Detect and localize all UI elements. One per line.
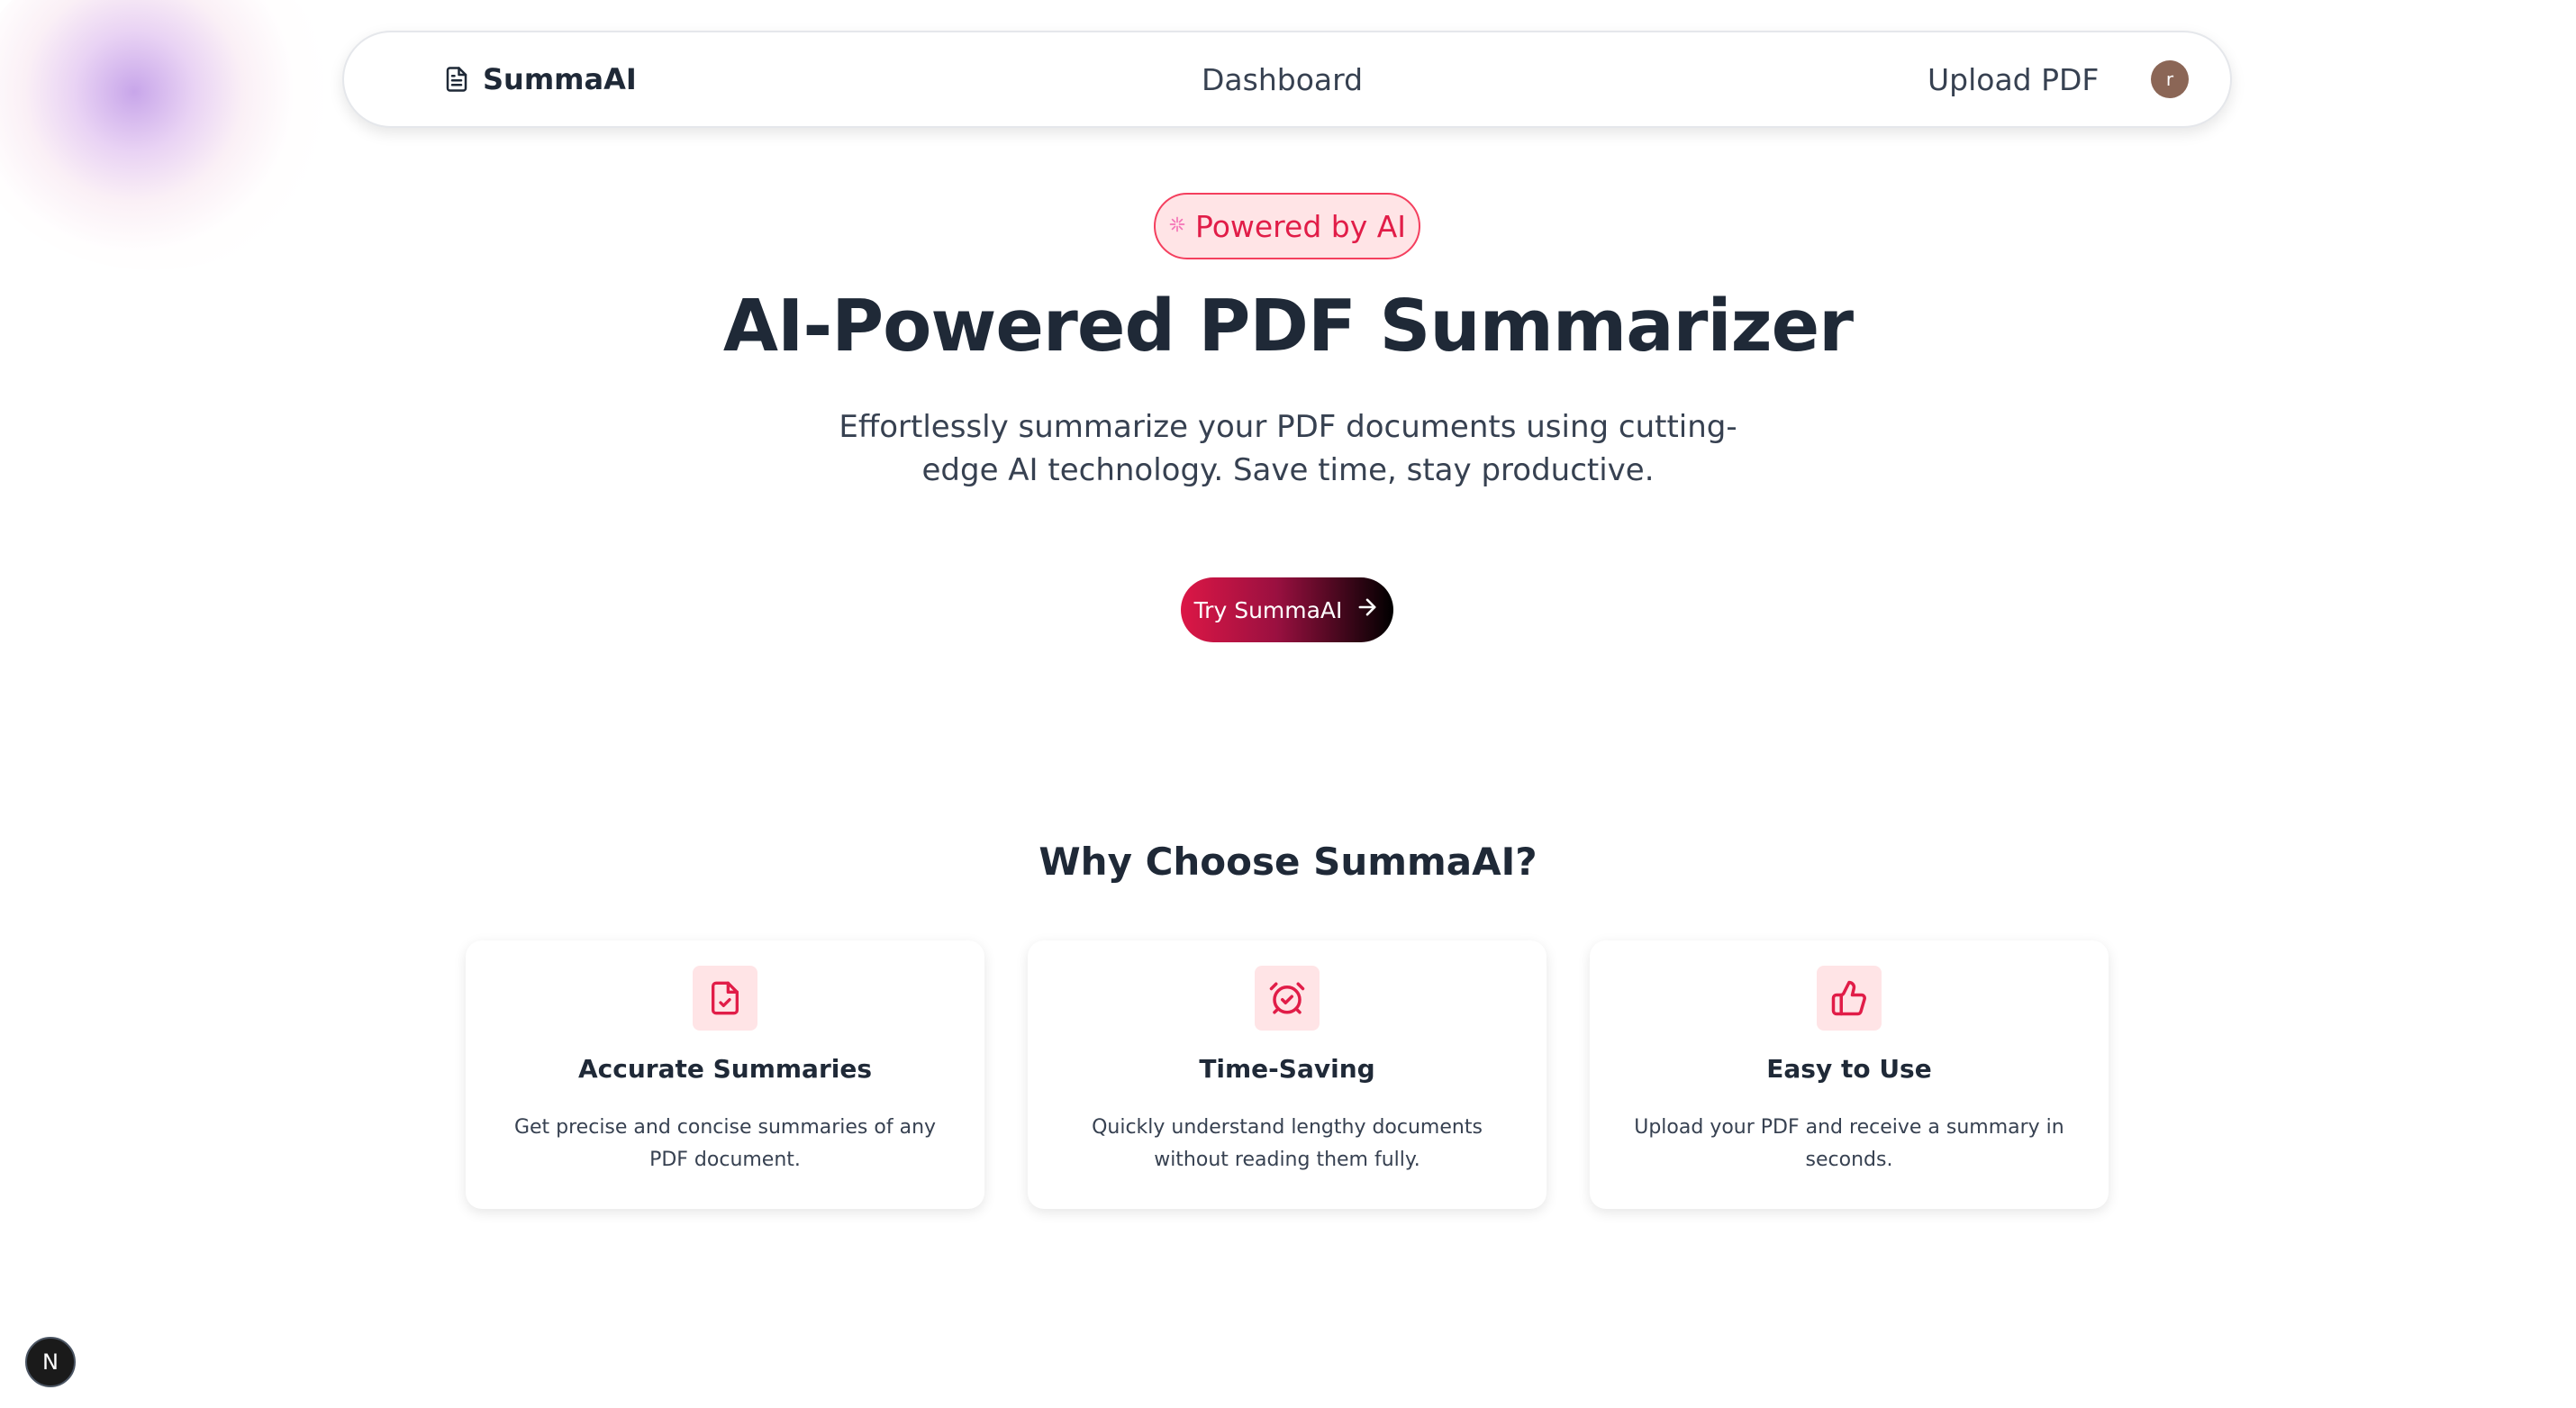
feature-description: Upload your PDF and receive a summary in… xyxy=(1634,1116,2064,1171)
brand-logo[interactable]: SummaAI xyxy=(443,32,637,126)
cta-label: Try SummaAI xyxy=(1193,596,1343,623)
decorative-glow xyxy=(0,0,342,270)
feature-card-easy-to-use: Easy to Use Upload your PDF and receive … xyxy=(1590,940,2109,1209)
nav-link-upload-pdf[interactable]: Upload PDF xyxy=(1927,32,2099,126)
alarm-clock-check-icon xyxy=(1255,966,1320,1031)
file-text-icon xyxy=(443,64,470,95)
feature-description: Get precise and concise summaries of any… xyxy=(513,1116,937,1171)
feature-title: Time-Saving xyxy=(1199,1054,1375,1084)
feature-description: Quickly understand lengthy documents wit… xyxy=(1092,1116,1483,1171)
powered-by-badge: Powered by AI xyxy=(1154,193,1420,259)
nav-link-dashboard[interactable]: Dashboard xyxy=(1202,32,1363,126)
feature-title: Accurate Summaries xyxy=(577,1054,873,1084)
user-avatar[interactable]: r xyxy=(2151,60,2189,98)
try-summaai-button[interactable]: Try SummaAI xyxy=(1181,577,1393,642)
feature-card-accurate-summaries: Accurate Summaries Get precise and conci… xyxy=(466,940,984,1209)
features-heading: Why Choose SummaAI? xyxy=(1039,840,1537,884)
hero-subtitle: Effortlessly summarize your PDF document… xyxy=(839,409,1737,488)
hero-title: AI-Powered PDF Summarizer xyxy=(722,285,1854,368)
feature-card-time-saving: Time-Saving Quickly understand lengthy d… xyxy=(1028,940,1547,1209)
thumbs-up-icon xyxy=(1817,966,1882,1031)
navbar: SummaAI Dashboard Upload PDF r xyxy=(342,31,2232,128)
sparkles-icon xyxy=(1168,215,1186,237)
file-check-icon xyxy=(693,966,757,1031)
feature-title: Easy to Use xyxy=(1766,1054,1932,1084)
nextjs-devtools-button[interactable]: N xyxy=(25,1337,76,1387)
badge-label: Powered by AI xyxy=(1194,208,1407,244)
brand-name: SummaAI xyxy=(483,62,637,96)
arrow-right-icon xyxy=(1355,595,1380,625)
